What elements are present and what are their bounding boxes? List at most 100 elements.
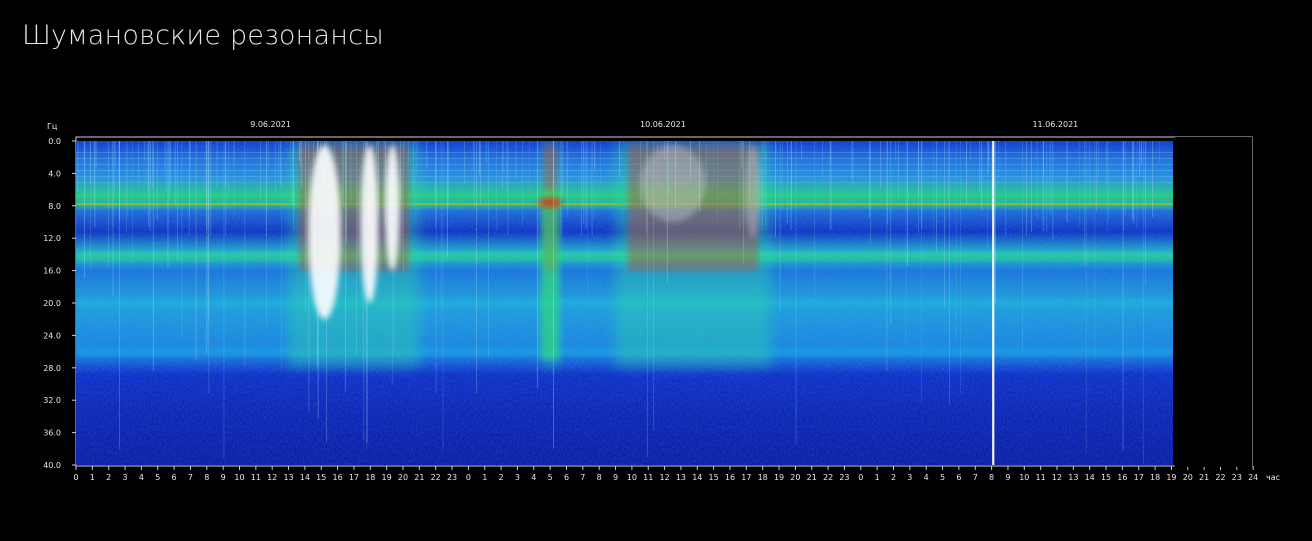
x-tick-label: 3 bbox=[907, 473, 912, 482]
x-tick-label: 21 bbox=[414, 473, 424, 482]
x-tick-label: 2 bbox=[891, 473, 896, 482]
y-tick-label: 4.0 bbox=[48, 169, 61, 178]
x-tick-label: 7 bbox=[188, 473, 193, 482]
saturated-region bbox=[640, 145, 706, 222]
x-tick-label: 16 bbox=[333, 473, 343, 482]
x-tick-label: 6 bbox=[564, 473, 569, 482]
x-tick-label: 9 bbox=[1005, 473, 1010, 482]
x-tick-label: 24 bbox=[1248, 473, 1258, 482]
x-tick-label: 9 bbox=[613, 473, 618, 482]
x-tick-label: 16 bbox=[725, 473, 735, 482]
x-tick-label: 21 bbox=[1199, 473, 1209, 482]
y-tick-label: 20.0 bbox=[43, 299, 61, 308]
date-label: 10.06.2021 bbox=[640, 120, 686, 129]
plume-core bbox=[538, 197, 563, 208]
x-tick-label: 10 bbox=[1019, 473, 1029, 482]
x-tick-label: 22 bbox=[823, 473, 833, 482]
x-tick-label: 1 bbox=[482, 473, 487, 482]
x-tick-label: 14 bbox=[1085, 473, 1095, 482]
x-tick-label: 20 bbox=[790, 473, 800, 482]
saturated-region bbox=[308, 145, 341, 320]
x-tick-label: 15 bbox=[709, 473, 719, 482]
x-tick-label: 9 bbox=[221, 473, 226, 482]
date-label: 9.06.2021 bbox=[250, 120, 291, 129]
x-tick-label: 18 bbox=[758, 473, 768, 482]
no-data-region bbox=[1174, 137, 1252, 467]
x-tick-label: 11 bbox=[251, 473, 261, 482]
y-tick-label: 8.0 bbox=[48, 202, 61, 211]
x-tick-label: 12 bbox=[1052, 473, 1062, 482]
x-tick-label: 1 bbox=[90, 473, 95, 482]
x-tick-label: 0 bbox=[466, 473, 471, 482]
x-tick-label: 19 bbox=[774, 473, 784, 482]
x-tick-label: 4 bbox=[531, 473, 536, 482]
x-tick-label: 20 bbox=[398, 473, 408, 482]
x-tick-label: 12 bbox=[660, 473, 670, 482]
x-tick-label: 20 bbox=[1183, 473, 1193, 482]
x-tick-label: 2 bbox=[499, 473, 504, 482]
x-tick-label: 11 bbox=[643, 473, 653, 482]
x-tick-label: 11 bbox=[1036, 473, 1046, 482]
x-tick-label: 17 bbox=[349, 473, 359, 482]
x-tick-label: 4 bbox=[139, 473, 144, 482]
y-tick-label: 40.0 bbox=[43, 461, 61, 470]
y-axis: 0.0 4.0 8.0 12.0 16.0 20.0 24.0 28.0 32.0 36.0 40.… bbox=[43, 137, 76, 470]
x-tick-label: 14 bbox=[300, 473, 310, 482]
x-tick-label: 22 bbox=[1215, 473, 1225, 482]
x-tick-label: 0 bbox=[73, 473, 78, 482]
x-tick-label: 17 bbox=[1134, 473, 1144, 482]
x-tick-label: 6 bbox=[172, 473, 177, 482]
spectrogram-image bbox=[76, 141, 1173, 465]
x-tick-label: 6 bbox=[956, 473, 961, 482]
x-tick-label: 18 bbox=[1150, 473, 1160, 482]
x-tick-label: 19 bbox=[1166, 473, 1176, 482]
x-tick-label: 23 bbox=[839, 473, 849, 482]
x-tick-label: 19 bbox=[382, 473, 392, 482]
x-tick-label: 8 bbox=[597, 473, 602, 482]
x-tick-label: 8 bbox=[989, 473, 994, 482]
y-tick-label: 24.0 bbox=[43, 331, 61, 340]
x-tick-label: 21 bbox=[807, 473, 817, 482]
x-tick-label: 17 bbox=[741, 473, 751, 482]
x-tick-label: 4 bbox=[924, 473, 929, 482]
x-axis: 0 1 2 3 4 5 6 7 8 9 10 11 12 13 14 15 16 17 18 19 20 21 22 23 0 1… bbox=[73, 466, 1258, 482]
x-tick-label: 13 bbox=[1068, 473, 1078, 482]
x-tick-label: 16 bbox=[1117, 473, 1127, 482]
x-tick-label: 5 bbox=[155, 473, 160, 482]
x-tick-label: 8 bbox=[204, 473, 209, 482]
x-tick-label: 3 bbox=[515, 473, 520, 482]
x-tick-label: 5 bbox=[548, 473, 553, 482]
spectrogram-chart: Гц 0.0 4.0 8.0 12.0 16.0 20.0 24.0 28.0 32.0 36.0… bbox=[43, 120, 1280, 482]
date-labels: 9.06.2021 10.06.2021 11.06.2021 bbox=[250, 120, 1078, 129]
x-tick-label: 10 bbox=[627, 473, 637, 482]
x-axis-label: час bbox=[1266, 473, 1280, 482]
x-tick-label: 12 bbox=[267, 473, 277, 482]
x-tick-label: 7 bbox=[580, 473, 585, 482]
x-tick-label: 15 bbox=[316, 473, 326, 482]
x-tick-label: 1 bbox=[875, 473, 880, 482]
x-tick-label: 3 bbox=[123, 473, 128, 482]
x-tick-label: 13 bbox=[283, 473, 293, 482]
x-tick-label: 22 bbox=[431, 473, 441, 482]
saturated-region bbox=[744, 145, 762, 239]
y-tick-label: 36.0 bbox=[43, 429, 61, 438]
y-tick-label: 16.0 bbox=[43, 267, 61, 276]
x-tick-label: 2 bbox=[106, 473, 111, 482]
x-tick-label: 14 bbox=[692, 473, 702, 482]
x-tick-label: 0 bbox=[858, 473, 863, 482]
date-label: 11.06.2021 bbox=[1032, 120, 1078, 129]
y-tick-label: 12.0 bbox=[43, 234, 61, 243]
x-tick-label: 18 bbox=[365, 473, 375, 482]
x-tick-label: 23 bbox=[1232, 473, 1242, 482]
y-tick-label: 28.0 bbox=[43, 364, 61, 373]
x-tick-label: 13 bbox=[676, 473, 686, 482]
plume bbox=[541, 189, 560, 360]
x-tick-label: 15 bbox=[1101, 473, 1111, 482]
x-tick-label: 7 bbox=[973, 473, 978, 482]
x-tick-label: 10 bbox=[234, 473, 244, 482]
y-axis-label: Гц bbox=[47, 122, 58, 131]
y-tick-label: 32.0 bbox=[43, 396, 61, 405]
x-tick-label: 23 bbox=[447, 473, 457, 482]
x-tick-label: 5 bbox=[940, 473, 945, 482]
y-tick-label: 0.0 bbox=[48, 137, 61, 146]
